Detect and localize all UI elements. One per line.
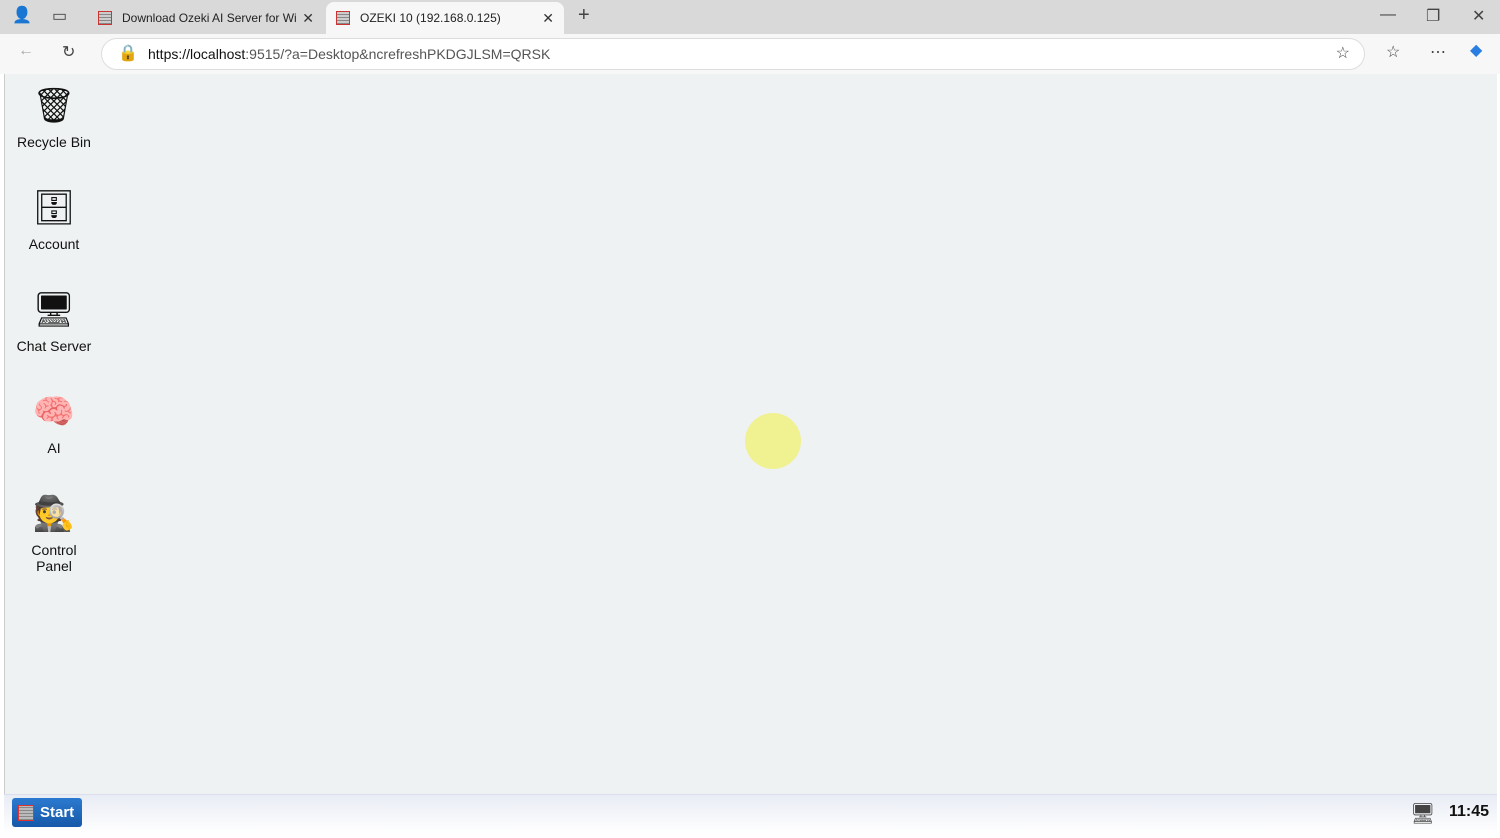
favorites-icon[interactable]: ☆: [1386, 42, 1400, 62]
desktop-icon-control-panel[interactable]: 🕵 Control Panel: [11, 490, 97, 574]
tab-label: Download Ozeki AI Server for Wi: [122, 11, 297, 25]
icon-label: Chat Server: [16, 338, 92, 354]
favorite-star-icon[interactable]: ☆: [1336, 39, 1350, 69]
start-label: Start: [40, 804, 75, 821]
more-icon[interactable]: ⋯: [1430, 42, 1446, 62]
url-path: :9515/?a=Desktop&ncrefreshPKDGJLSM=QRSK: [245, 46, 551, 62]
ozeki-favicon-icon: [98, 11, 112, 25]
refresh-icon[interactable]: ↻: [62, 42, 75, 62]
close-window-icon[interactable]: ✕: [1472, 6, 1485, 26]
tab-label: OZEKI 10 (192.168.0.125): [360, 11, 501, 25]
taskbar: Start 🖥 11:45: [4, 794, 1497, 834]
monitor-icon[interactable]: 🖥: [1410, 801, 1435, 826]
restore-icon[interactable]: ❐: [1426, 6, 1440, 26]
url-host: https://localhost: [148, 46, 246, 62]
copilot-icon[interactable]: ◆: [1470, 40, 1482, 60]
control-panel-icon: 🕵: [32, 495, 76, 533]
close-tab-icon[interactable]: ✕: [302, 10, 314, 27]
clock: 11:45: [1448, 803, 1489, 820]
profile-icon[interactable]: 👤: [12, 5, 32, 25]
tab-actions-icon[interactable]: ▭: [52, 6, 67, 26]
icon-label: Account: [28, 236, 80, 252]
account-icon: 🗄: [32, 189, 76, 227]
chat-server-icon: 🖥: [32, 291, 76, 329]
tab-bar: 👤 ▭ Download Ozeki AI Server for Wi ✕ OZE…: [0, 0, 1500, 34]
recycle-bin-icon: 🗑: [32, 87, 76, 125]
icon-label: AI: [47, 440, 61, 456]
desktop-icon-account[interactable]: 🗄 Account: [11, 184, 97, 252]
back-icon[interactable]: ←: [18, 42, 34, 60]
start-button[interactable]: Start: [12, 798, 82, 827]
icon-label: Recycle Bin: [17, 134, 91, 150]
desktop-icon-recycle-bin[interactable]: 🗑 Recycle Bin: [11, 82, 97, 150]
desktop-icon-chat-server[interactable]: 🖥 Chat Server: [11, 286, 97, 354]
close-tab-icon[interactable]: ✕: [542, 10, 554, 27]
icon-label: Control Panel: [31, 542, 77, 574]
tab-ozeki[interactable]: OZEKI 10 (192.168.0.125) ✕: [326, 2, 564, 34]
ai-icon: 🧠: [32, 393, 76, 431]
address-bar: ← ↻ 🔒 https://localhost:9515/?a=Desktop&n…: [0, 34, 1500, 74]
desktop-icon-ai[interactable]: 🧠 AI: [11, 388, 97, 456]
tab-download[interactable]: Download Ozeki AI Server for Wi ✕: [88, 2, 324, 34]
mouse-cursor-highlight: [745, 413, 801, 469]
ozeki-logo-icon: [18, 804, 34, 821]
new-tab-icon[interactable]: +: [578, 4, 590, 27]
url-input[interactable]: 🔒 https://localhost:9515/?a=Desktop&ncref…: [101, 38, 1365, 70]
ozeki-favicon-icon: [336, 11, 350, 25]
lock-icon[interactable]: 🔒: [118, 39, 138, 69]
minimize-icon[interactable]: —: [1380, 6, 1396, 24]
